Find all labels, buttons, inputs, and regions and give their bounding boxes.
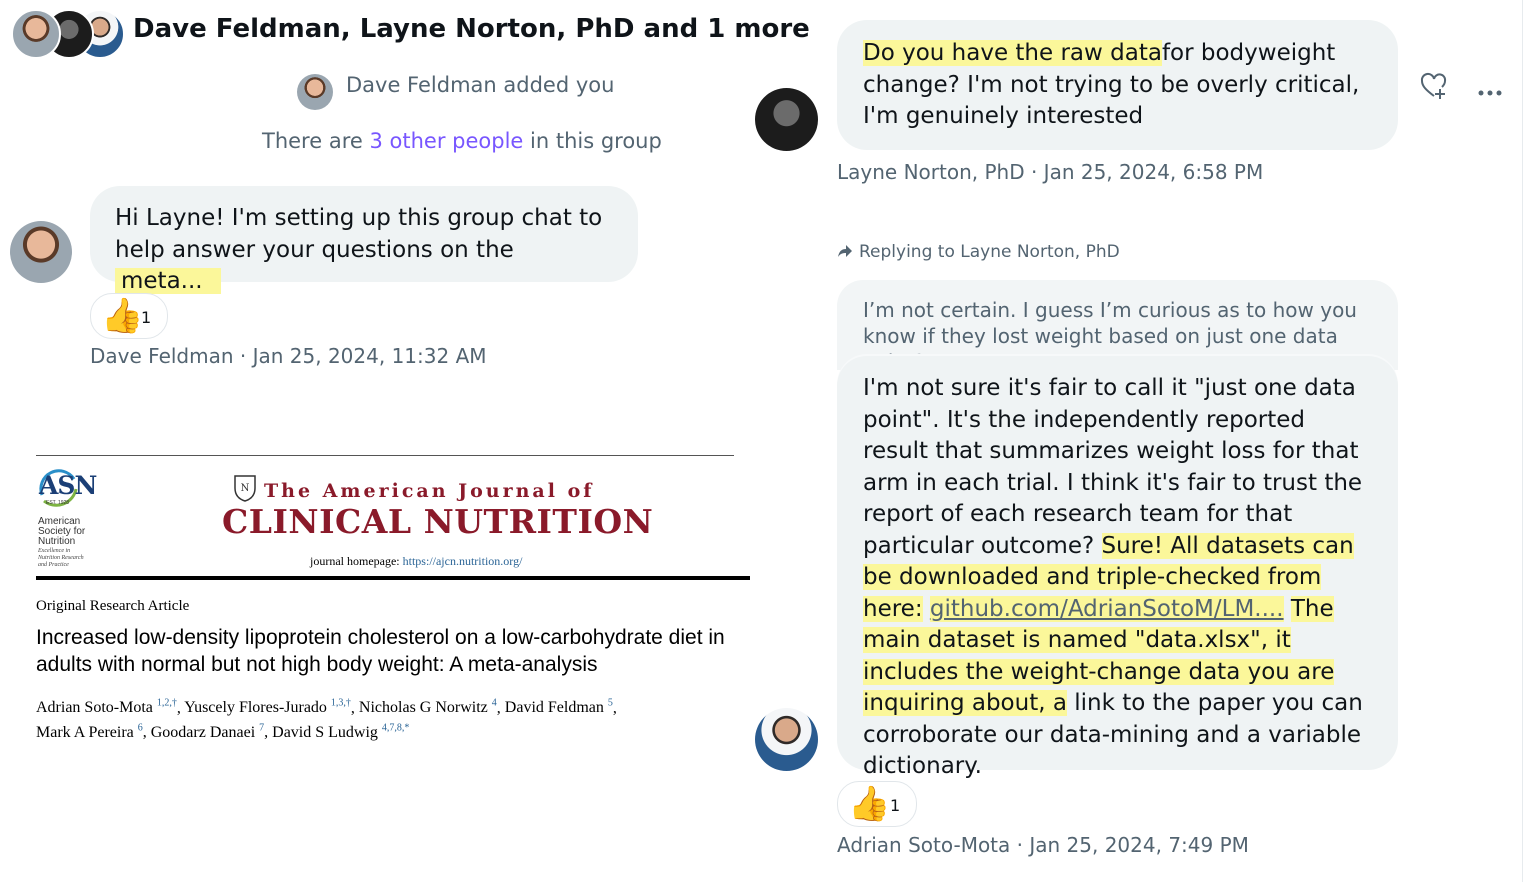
article-authors: Adrian Soto-Mota 1,2,†, Yuscely Flores-J… xyxy=(36,698,617,741)
svg-text:N: N xyxy=(241,483,250,494)
reaction-count: 1 xyxy=(141,308,152,327)
conversation-title[interactable]: Dave Feldman, Layne Norton, PhD and 1 mo… xyxy=(133,14,810,44)
group-notice-prefix: There are xyxy=(262,129,363,153)
dave-message-bubble[interactable]: Hi Layne! I'm setting up this group chat… xyxy=(90,186,638,294)
author: Adrian Soto-Mota 1,2,† xyxy=(36,698,177,717)
replying-to-label[interactable]: Replying to Layne Norton, PhD xyxy=(859,242,1120,262)
journal-title-top: The American Journal of xyxy=(264,480,595,502)
adrian-reaction-pill[interactable]: 👍 1 xyxy=(837,781,917,827)
author: Mark A Pereira 6 xyxy=(36,722,143,741)
layne-avatar[interactable] xyxy=(755,88,818,151)
added-by-avatar xyxy=(297,74,333,110)
thumbs-up-emoji: 👍 xyxy=(101,296,144,336)
adrian-message-text: I'm not sure it's fair to call it "just … xyxy=(863,375,1363,559)
scroll-edge xyxy=(1522,0,1523,882)
group-avatar-dave xyxy=(11,9,61,59)
journal-homepage-label: journal homepage: xyxy=(310,554,400,568)
asn-name: American Society for Nutrition xyxy=(38,516,86,547)
author: Nicholas G Norwitz 4 xyxy=(358,698,497,717)
paper-top-rule xyxy=(36,455,734,456)
group-notice: There are 3 other people in this group xyxy=(262,129,662,153)
github-link[interactable]: github.com/AdrianSotoM/LM.... xyxy=(929,595,1284,622)
added-notice: Dave Feldman added you xyxy=(346,73,615,97)
dave-avatar[interactable] xyxy=(10,221,72,283)
asn-logo-text: ASN xyxy=(39,471,97,500)
journal-title-main: CLINICAL NUTRITION xyxy=(222,502,654,541)
dave-reaction-pill[interactable]: 👍 1 xyxy=(90,293,168,339)
ajcn-crest-icon: N xyxy=(233,474,257,502)
asn-tagline: Excellence in Nutrition Research and Pra… xyxy=(38,548,84,568)
asn-est: EST. 1928 xyxy=(46,500,70,506)
layne-message-meta: Layne Norton, PhD · Jan 25, 2024, 6:58 P… xyxy=(837,160,1264,184)
adrian-message-bubble[interactable]: I'm not sure it's fair to call it "just … xyxy=(837,356,1398,779)
author: Yuscely Flores-Jurado 1,3,† xyxy=(184,698,351,717)
adrian-message-meta: Adrian Soto-Mota · Jan 25, 2024, 7:49 PM xyxy=(837,833,1249,857)
more-dots-icon[interactable] xyxy=(1477,82,1503,96)
layne-message-bubble[interactable]: Do you have the raw datafor bodyweight c… xyxy=(837,20,1398,150)
article-title: Increased low-density lipoprotein choles… xyxy=(36,626,725,676)
group-notice-suffix: in this group xyxy=(530,129,662,153)
article-type: Original Research Article xyxy=(36,598,190,614)
author: Goodarz Danaei 7 xyxy=(150,722,265,741)
author: David S Ludwig 4,7,8,* xyxy=(272,722,410,741)
paper-bottom-rule xyxy=(36,576,750,580)
dave-message-highlight: meta... xyxy=(115,268,221,294)
asn-logo: ASN EST. 1928 xyxy=(36,463,98,511)
layne-message-highlight: Do you have the raw data xyxy=(863,40,1162,66)
author: David Feldman 5 xyxy=(504,698,613,717)
journal-homepage-link[interactable]: https://ajcn.nutrition.org/ xyxy=(403,554,523,568)
heart-plus-icon[interactable] xyxy=(1420,72,1448,100)
dave-message-meta: Dave Feldman · Jan 25, 2024, 11:32 AM xyxy=(90,344,487,368)
reply-arrow-icon xyxy=(837,243,853,259)
group-members-link[interactable]: 3 other people xyxy=(369,129,523,153)
reaction-count: 1 xyxy=(890,796,901,815)
thumbs-up-emoji: 👍 xyxy=(848,784,891,824)
adrian-avatar[interactable] xyxy=(755,708,818,771)
dave-message-text: Hi Layne! I'm setting up this group chat… xyxy=(115,205,603,263)
journal-homepage: journal homepage: https://ajcn.nutrition… xyxy=(310,554,522,569)
